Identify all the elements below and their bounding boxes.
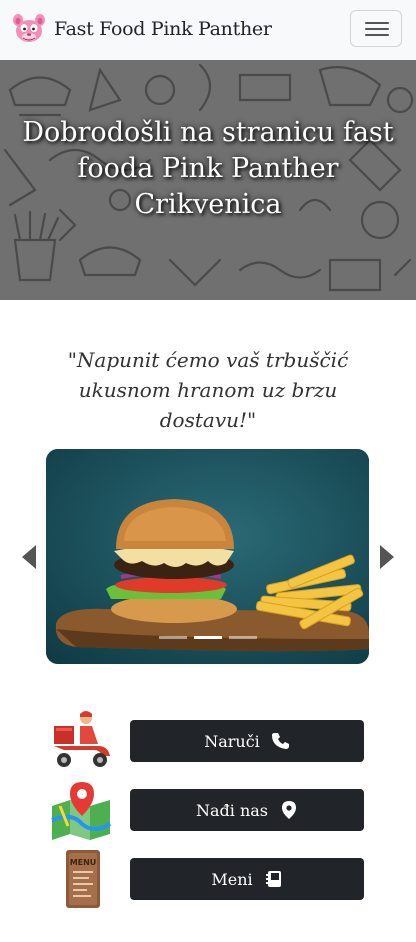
svg-text:MENU: MENU xyxy=(70,858,97,867)
navbar-toggle-button[interactable] xyxy=(350,10,402,47)
carousel-indicator[interactable] xyxy=(229,636,257,639)
hero-title: Dobrodošli na stranicu fast fooda Pink P… xyxy=(22,117,394,220)
hero-banner: Dobrodošli na stranicu fast fooda Pink P… xyxy=(0,60,416,300)
menu-button-label: Meni xyxy=(211,869,253,889)
carousel-indicator[interactable] xyxy=(159,636,187,639)
carousel-indicator-active[interactable] xyxy=(194,636,222,639)
hamburger-line xyxy=(365,34,389,36)
tagline-quote: "Napunit ćemo vaš trbuščić ukusnom hrano… xyxy=(67,348,349,432)
phone-icon xyxy=(271,733,289,749)
menu-book-icon xyxy=(265,871,281,887)
menu-card-icon: MENU xyxy=(66,850,100,908)
hamburger-line xyxy=(365,28,389,30)
navbar: Fast Food Pink Panther xyxy=(0,0,416,60)
location-pin-icon xyxy=(282,801,297,819)
pink-panther-logo-icon xyxy=(13,14,45,42)
carousel[interactable] xyxy=(46,449,369,664)
burger-and-fries-photo xyxy=(46,449,369,664)
delivery-scooter-icon xyxy=(54,711,110,767)
brand-link[interactable]: Fast Food Pink Panther xyxy=(10,11,272,47)
hamburger-menu-icon xyxy=(365,22,389,24)
action-row-order: Naruči xyxy=(50,710,366,770)
find-us-button-label: Nađi nas xyxy=(195,800,269,820)
carousel-prev-button[interactable] xyxy=(22,545,38,569)
menu-button[interactable]: Meni xyxy=(130,858,364,900)
order-button-label: Naruči xyxy=(204,731,260,751)
map-icon xyxy=(51,782,112,840)
action-row-find-us: Nađi nas xyxy=(50,780,366,840)
action-row-menu: MENU Meni xyxy=(50,848,366,908)
carousel-next-button[interactable] xyxy=(378,545,394,569)
find-us-button[interactable]: Nađi nas xyxy=(130,789,364,831)
order-button[interactable]: Naruči xyxy=(130,720,364,762)
brand-name: Fast Food Pink Panther xyxy=(54,18,272,40)
